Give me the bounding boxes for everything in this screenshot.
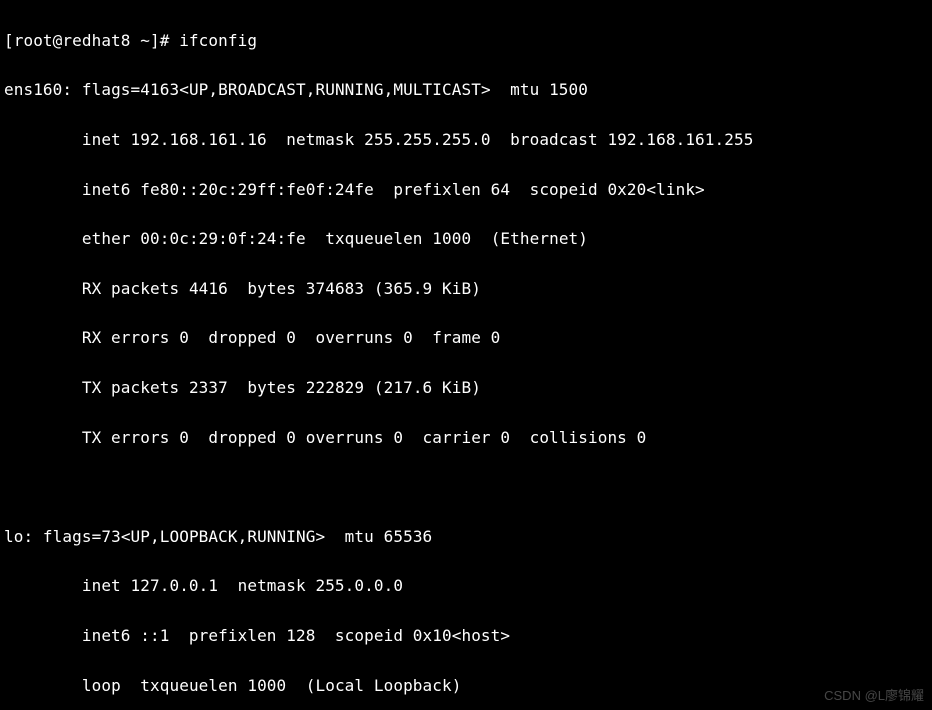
prompt: [root@redhat8 ~]# bbox=[4, 31, 179, 50]
if1-header: lo: flags=73<UP,LOOPBACK,RUNNING> mtu 65… bbox=[4, 525, 928, 550]
command-line: [root@redhat8 ~]# ifconfig bbox=[4, 29, 928, 54]
if1-inet: inet 127.0.0.1 netmask 255.0.0.0 bbox=[4, 574, 928, 599]
if0-rx-packets: RX packets 4416 bytes 374683 (365.9 KiB) bbox=[4, 277, 928, 302]
if0-tx-packets: TX packets 2337 bytes 222829 (217.6 KiB) bbox=[4, 376, 928, 401]
if1-inet6: inet6 ::1 prefixlen 128 scopeid 0x10<hos… bbox=[4, 624, 928, 649]
if0-rx-errors: RX errors 0 dropped 0 overruns 0 frame 0 bbox=[4, 326, 928, 351]
if0-tx-errors: TX errors 0 dropped 0 overruns 0 carrier… bbox=[4, 426, 928, 451]
if0-header: ens160: flags=4163<UP,BROADCAST,RUNNING,… bbox=[4, 78, 928, 103]
if0-inet: inet 192.168.161.16 netmask 255.255.255.… bbox=[4, 128, 928, 153]
typed-command: ifconfig bbox=[179, 31, 257, 50]
if0-inet6: inet6 fe80::20c:29ff:fe0f:24fe prefixlen… bbox=[4, 178, 928, 203]
if1-hw: loop txqueuelen 1000 (Local Loopback) bbox=[4, 674, 928, 699]
terminal-output[interactable]: [root@redhat8 ~]# ifconfig ens160: flags… bbox=[0, 0, 932, 710]
if0-ether: ether 00:0c:29:0f:24:fe txqueuelen 1000 … bbox=[4, 227, 928, 252]
blank-line bbox=[4, 475, 928, 500]
